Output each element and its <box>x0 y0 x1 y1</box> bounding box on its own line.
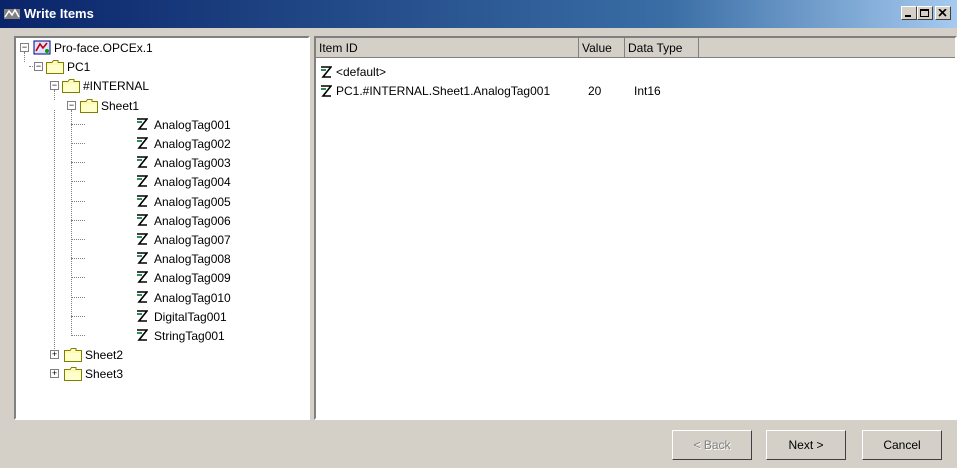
tree-node-tag[interactable]: AnalogTag002 <box>154 136 231 152</box>
expand-icon[interactable]: + <box>50 350 59 360</box>
tree-guide-line <box>24 52 25 62</box>
tree-node-tag[interactable]: AnalogTag006 <box>154 213 231 229</box>
tree-guide-line <box>71 335 85 336</box>
item-list[interactable]: Item ID Value Data Type <default> PC1.#I… <box>314 36 957 420</box>
close-button[interactable] <box>935 6 951 20</box>
tree-node-tag[interactable]: AnalogTag001 <box>154 117 231 133</box>
maximize-icon <box>920 9 929 17</box>
tree-guide-line <box>71 315 85 317</box>
tag-icon <box>320 66 332 78</box>
expand-icon[interactable]: + <box>50 369 59 379</box>
tag-icon <box>136 252 148 265</box>
data-type-cell: Int16 <box>634 84 661 98</box>
column-header-item-id[interactable]: Item ID <box>316 38 579 58</box>
tree-node-tag[interactable]: AnalogTag009 <box>154 270 231 286</box>
tag-icon <box>136 309 148 322</box>
tree-guide-line <box>71 162 85 164</box>
tree-guide-line <box>54 109 55 360</box>
tree-node-tag[interactable]: AnalogTag008 <box>154 251 231 267</box>
opc-server-icon <box>33 40 51 55</box>
tag-icon <box>136 175 148 188</box>
collapse-icon[interactable]: − <box>50 81 59 91</box>
tree-node-tag[interactable]: AnalogTag005 <box>154 194 231 210</box>
minimize-icon <box>905 15 911 17</box>
tree-guide-line <box>71 296 85 298</box>
collapse-icon[interactable]: − <box>67 100 76 110</box>
tag-icon <box>136 117 148 130</box>
tree-guide-line <box>71 219 85 221</box>
tree-guide-line <box>71 143 85 144</box>
tree-node-sheet3[interactable]: Sheet3 <box>85 366 123 382</box>
tag-icon <box>136 137 148 149</box>
tag-icon <box>136 156 148 169</box>
value-cell: 20 <box>588 84 602 98</box>
tag-icon <box>136 290 148 303</box>
tag-icon <box>136 194 148 207</box>
folder-icon <box>64 348 82 363</box>
tree-guide-line <box>71 181 85 183</box>
tree-node-tag[interactable]: AnalogTag004 <box>154 174 231 190</box>
tree-node-tag[interactable]: DigitalTag001 <box>154 309 227 325</box>
collapse-icon[interactable]: − <box>34 62 43 72</box>
column-header-filler <box>699 38 955 58</box>
tag-icon <box>136 233 148 245</box>
tree-guide-line <box>71 258 85 260</box>
tree-guide-line <box>71 200 85 202</box>
tree-node-device[interactable]: PC1 <box>67 59 90 75</box>
window-title: Write Items <box>24 6 94 21</box>
tag-icon <box>136 329 148 341</box>
tree-node-tag[interactable]: AnalogTag010 <box>154 290 231 306</box>
folder-icon <box>80 98 98 113</box>
column-header-data-type[interactable]: Data Type <box>625 38 699 58</box>
tree-node-tag[interactable]: AnalogTag003 <box>154 155 231 171</box>
folder-icon <box>62 79 80 94</box>
tree-node-tag[interactable]: AnalogTag007 <box>154 232 231 248</box>
tag-icon <box>136 271 148 284</box>
cancel-button[interactable]: Cancel <box>862 430 942 460</box>
tree-node-sheet1[interactable]: Sheet1 <box>101 98 139 114</box>
next-button[interactable]: Next > <box>766 430 846 460</box>
tree-guide-line <box>71 239 85 240</box>
title-bar: Write Items <box>0 0 957 28</box>
folder-icon <box>64 367 82 382</box>
tag-icon <box>136 213 148 226</box>
close-icon <box>938 9 947 17</box>
item-id-cell: PC1.#INTERNAL.Sheet1.AnalogTag001 <box>336 84 551 98</box>
maximize-button[interactable] <box>917 6 933 20</box>
tree-node-internal[interactable]: #INTERNAL <box>83 78 149 94</box>
browse-tree[interactable]: − Pro-face.OPCEx.1− PC1− #INTERNAL − Sheet1 An… <box>14 36 310 420</box>
column-header-value[interactable]: Value <box>579 38 625 58</box>
tree-node-sheet2[interactable]: Sheet2 <box>85 347 123 363</box>
tree-guide-line <box>71 277 85 279</box>
tree-node-server[interactable]: Pro-face.OPCEx.1 <box>54 40 153 56</box>
item-id-cell: <default> <box>336 65 387 79</box>
tree-node-tag[interactable]: StringTag001 <box>154 328 225 344</box>
minimize-button[interactable] <box>901 6 917 20</box>
opc-window-icon <box>4 8 20 19</box>
folder-icon <box>46 60 64 75</box>
tree-guide-line <box>54 90 55 101</box>
back-button[interactable]: < Back <box>672 430 752 460</box>
tree-guide-line <box>71 123 85 125</box>
collapse-icon[interactable]: − <box>20 43 29 52</box>
tag-icon <box>320 85 332 97</box>
